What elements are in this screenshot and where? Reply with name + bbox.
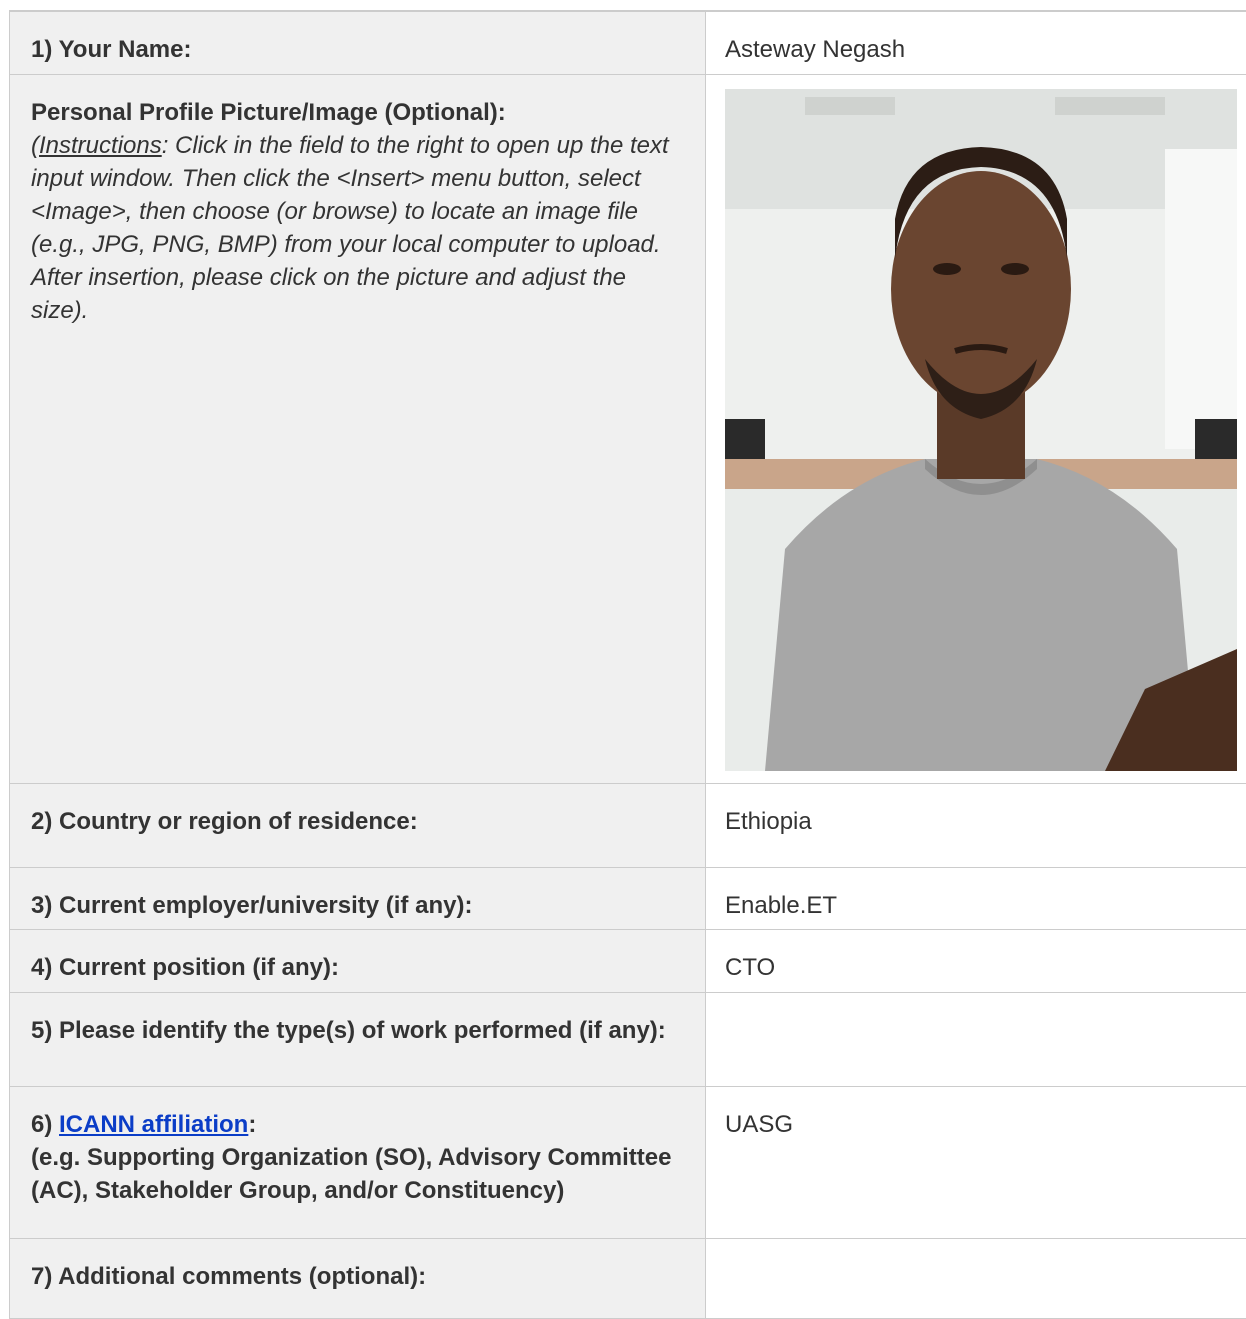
employer-label: 3) Current employer/university (if any): <box>10 867 706 929</box>
work-type-value[interactable] <box>706 992 1246 1086</box>
icann-affiliation-examples: (e.g. Supporting Organization (SO), Advi… <box>31 1141 684 1207</box>
icann-affiliation-link[interactable]: ICANN affiliation <box>59 1111 248 1138</box>
row-name: 1) Your Name: Asteway Negash <box>10 11 1246 74</box>
name-value[interactable]: Asteway Negash <box>706 11 1246 74</box>
instructions-body: : Click in the field to the right to ope… <box>31 132 669 324</box>
country-label: 2) Country or region of residence: <box>10 783 706 867</box>
profile-picture-label: Personal Profile Picture/Image (Optional… <box>31 96 684 129</box>
profile-picture-cell[interactable] <box>706 74 1246 783</box>
name-label: 1) Your Name: <box>10 11 706 74</box>
icann-label-colon: : <box>248 1111 256 1138</box>
employer-value[interactable]: Enable.ET <box>706 867 1246 929</box>
row-work-type: 5) Please identify the type(s) of work p… <box>10 992 1246 1086</box>
instructions-keyword: Instructions <box>39 132 162 159</box>
icann-affiliation-value[interactable]: UASG <box>706 1086 1246 1238</box>
profile-picture-label-cell: Personal Profile Picture/Image (Optional… <box>10 74 706 783</box>
icann-label-prefix: 6) <box>31 1111 59 1138</box>
profile-table: 1) Your Name: Asteway Negash Personal Pr… <box>9 10 1246 1319</box>
profile-photo[interactable] <box>725 89 1237 771</box>
icann-affiliation-label-cell: 6) ICANN affiliation: (e.g. Supporting O… <box>10 1086 706 1238</box>
position-value[interactable]: CTO <box>706 929 1246 992</box>
instructions-text: (Instructions: Click in the field to the… <box>31 129 684 327</box>
row-position: 4) Current position (if any): CTO <box>10 929 1246 992</box>
comments-label: 7) Additional comments (optional): <box>10 1238 706 1318</box>
row-profile-picture: Personal Profile Picture/Image (Optional… <box>10 74 1246 783</box>
comments-value[interactable] <box>706 1238 1246 1318</box>
row-country: 2) Country or region of residence: Ethio… <box>10 783 1246 867</box>
row-icann-affiliation: 6) ICANN affiliation: (e.g. Supporting O… <box>10 1086 1246 1238</box>
row-comments: 7) Additional comments (optional): <box>10 1238 1246 1318</box>
work-type-label: 5) Please identify the type(s) of work p… <box>10 992 706 1086</box>
position-label: 4) Current position (if any): <box>10 929 706 992</box>
instructions-open: ( <box>31 132 39 159</box>
country-value[interactable]: Ethiopia <box>706 783 1246 867</box>
profile-form: 1) Your Name: Asteway Negash Personal Pr… <box>9 10 1246 1319</box>
row-employer: 3) Current employer/university (if any):… <box>10 867 1246 929</box>
